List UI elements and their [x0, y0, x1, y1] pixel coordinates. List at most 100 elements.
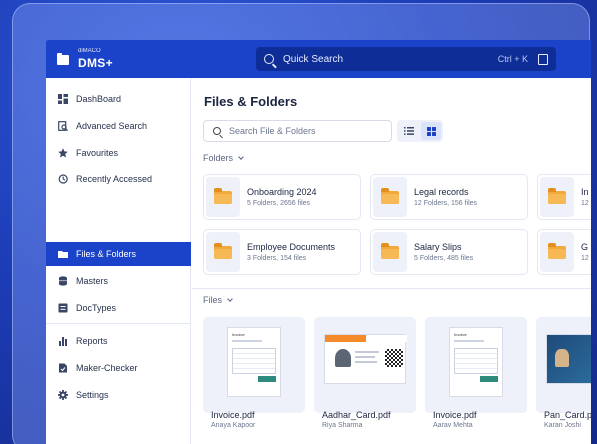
folder-name: G — [581, 242, 589, 252]
invoice-thumb-header: Invoice — [454, 332, 467, 337]
chevron-down-icon — [238, 154, 244, 160]
section-divider — [192, 288, 591, 289]
folder-icon — [381, 243, 399, 259]
folder-card[interactable]: Legal records 12 Folders, 156 files — [370, 174, 528, 220]
folder-meta: 3 Folders, 154 files — [247, 255, 307, 262]
folder-icon — [548, 188, 566, 204]
page-title: Files & Folders — [204, 94, 298, 109]
sidebar-item-reports[interactable]: Reports — [46, 329, 191, 353]
sidebar-item-files-folders[interactable]: Files & Folders — [46, 242, 191, 266]
invoice-thumb-header: Invoice — [232, 332, 245, 337]
sidebar-item-label: Reports — [76, 336, 108, 346]
advanced-search-icon — [58, 121, 68, 131]
search-shortcut: Ctrl + K — [497, 54, 528, 64]
sidebar-item-label: Files & Folders — [76, 249, 137, 259]
search-icon — [213, 127, 221, 135]
folder-icon — [548, 243, 566, 259]
file-search-placeholder: Search File & Folders — [229, 126, 316, 136]
file-owner: Aarav Mehta — [433, 422, 473, 429]
files-label: Files — [203, 295, 223, 305]
invoice-preview: Invoice — [227, 327, 281, 397]
search-icon — [264, 54, 274, 64]
file-thumbnail-card[interactable] — [314, 317, 416, 413]
folder-name: Onboarding 2024 — [247, 187, 317, 197]
file-name: Aadhar_Card.pdf — [322, 410, 391, 420]
folder-meta: 5 Folders, 485 files — [414, 255, 474, 262]
aadhar-card-preview — [324, 334, 407, 384]
files-section-toggle[interactable]: Files — [203, 295, 233, 305]
sidebar-divider — [46, 323, 191, 324]
sidebar: DashBoard Advanced Search Favourites Rec… — [46, 78, 191, 444]
grid-view-button[interactable] — [421, 122, 441, 140]
sidebar-item-label: Advanced Search — [76, 121, 148, 131]
database-icon — [59, 276, 67, 286]
sidebar-item-label: DashBoard — [76, 94, 122, 104]
sidebar-item-settings[interactable]: Settings — [46, 383, 191, 407]
file-owner: Anaya Kapoor — [211, 422, 256, 429]
file-name: Invoice.pdf — [211, 410, 255, 420]
file-thumbnail-card[interactable] — [536, 317, 591, 413]
sidebar-item-advanced-search[interactable]: Advanced Search — [46, 114, 191, 138]
top-bar: diMACO DMS+ Quick Search Ctrl + K — [46, 40, 591, 78]
sidebar-item-masters[interactable]: Masters — [46, 269, 191, 293]
pan-card-preview — [546, 334, 591, 384]
chevron-down-icon — [227, 296, 233, 302]
brand-name: DMS+ — [78, 56, 113, 70]
folder-card[interactable]: Employee Documents 3 Folders, 154 files — [203, 229, 361, 275]
folder-name: Employee Documents — [247, 242, 336, 252]
folder-card[interactable]: Onboarding 2024 5 Folders, 2656 files — [203, 174, 361, 220]
file-thumbnail-card[interactable]: Invoice — [203, 317, 305, 413]
sidebar-item-label: Maker-Checker — [76, 363, 138, 373]
sidebar-item-dashboard[interactable]: DashBoard — [46, 87, 191, 111]
folder-logo-icon — [57, 52, 69, 65]
file-folder-search-input[interactable]: Search File & Folders — [203, 120, 392, 142]
file-owner: Karan Joshi — [544, 422, 581, 429]
bar-chart-icon — [59, 337, 67, 346]
quick-search-placeholder: Quick Search — [283, 53, 344, 65]
folder-icon — [214, 243, 232, 259]
doctype-icon — [58, 303, 68, 313]
folder-name: Legal records — [414, 187, 469, 197]
folder-meta: 5 Folders, 2656 files — [247, 200, 311, 207]
checklist-icon — [59, 363, 67, 373]
folders-section-toggle[interactable]: Folders — [203, 153, 244, 163]
file-thumbnail-card[interactable]: Invoice — [425, 317, 527, 413]
folder-card[interactable]: Salary Slips 5 Folders, 485 files — [370, 229, 528, 275]
folder-card[interactable]: G 12 — [537, 229, 591, 275]
invoice-preview: Invoice — [449, 327, 503, 397]
sidebar-item-recently-accessed[interactable]: Recently Accessed — [46, 167, 191, 191]
gear-icon — [58, 390, 68, 400]
sidebar-item-label: Settings — [76, 390, 109, 400]
folder-meta: 12 Folders, 156 files — [414, 200, 478, 207]
star-icon — [58, 148, 68, 158]
list-view-button[interactable] — [399, 122, 419, 140]
sidebar-item-label: Masters — [76, 276, 109, 286]
file-name: Pan_Card.p — [544, 410, 591, 420]
app-window: diMACO DMS+ Quick Search Ctrl + K DashBo… — [46, 40, 591, 444]
sidebar-item-label: Favourites — [76, 148, 119, 158]
dashboard-icon — [58, 94, 68, 104]
sidebar-item-doctypes[interactable]: DocTypes — [46, 296, 191, 320]
app-logo[interactable]: diMACO DMS+ — [57, 48, 113, 71]
folder-card[interactable]: In 12 — [537, 174, 591, 220]
quick-search-bar[interactable]: Quick Search Ctrl + K — [256, 47, 556, 71]
scan-search-icon[interactable] — [538, 53, 548, 65]
view-toggle — [397, 120, 443, 142]
history-icon — [58, 174, 68, 184]
folder-name: Salary Slips — [414, 242, 462, 252]
brand-sub: diMACO — [78, 48, 101, 54]
file-name: Invoice.pdf — [433, 410, 477, 420]
folder-icon — [214, 188, 232, 204]
sidebar-item-maker-checker[interactable]: Maker-Checker — [46, 356, 191, 380]
folder-icon — [58, 251, 68, 258]
sidebar-item-label: DocTypes — [76, 303, 117, 313]
grid-view-icon — [426, 126, 436, 136]
sidebar-item-favourites[interactable]: Favourites — [46, 141, 191, 165]
folder-meta: 12 — [581, 255, 589, 262]
folder-icon — [381, 188, 399, 204]
sidebar-item-label: Recently Accessed — [76, 174, 153, 184]
folders-label: Folders — [203, 153, 234, 163]
list-view-icon — [404, 127, 414, 135]
folder-meta: 12 — [581, 200, 589, 207]
folder-name: In — [581, 187, 589, 197]
